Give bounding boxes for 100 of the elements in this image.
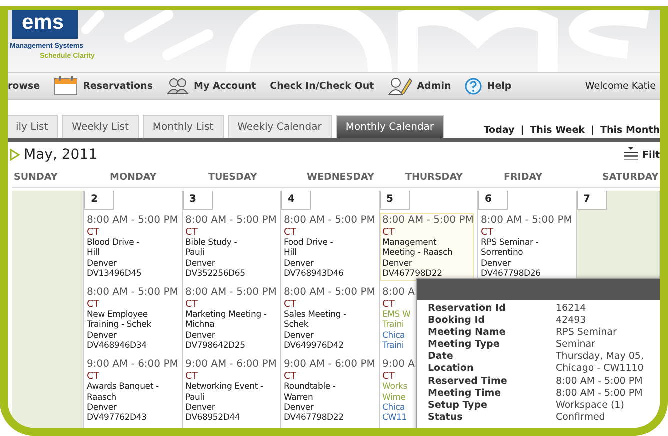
nav-link[interactable]: Check In/Check Out [270,80,374,92]
detail-label: Reserved Time [428,376,508,388]
date-number: 7 [576,191,606,210]
calendar-event[interactable]: 8:00 AM - 5:00 PM CT Blood Drive - Hill Denver DV13496D45 [84,213,178,282]
detail-value: RPS Seminar [556,327,618,340]
event-location: Chica [382,402,406,414]
calendar-icon [54,76,78,96]
quick-link[interactable]: This Week [530,125,585,136]
weekday-heading: SUNDAY [12,168,84,188]
event-name: Michna [186,320,215,331]
event-name: RPS Seminar - [481,238,539,248]
event-location: CW11 [382,413,407,424]
event-name: Training - Schek [87,320,152,331]
event-location: DV768943D46 [284,268,344,280]
calendar-event[interactable]: 9:00 AM - 6:00 PM CT Networking Event - Pauli Denver DV68952D44 [182,357,276,426]
event-location: Denver [186,330,216,342]
calendar-event[interactable]: 8:00 AM - 5:00 PM CT New Employee Training - Schek Denver DV468946D34 [84,285,178,354]
filter-button[interactable]: Filt [624,147,660,163]
help-icon [465,78,482,94]
time-zone: CT [382,227,395,238]
calendar-event[interactable]: 8:00 AM - 5:00 PM CT Food Drive - Hill Denver DV768943D46 [281,213,375,282]
event-location: Denver [284,402,314,414]
event-name: Management [382,238,436,248]
view-tab[interactable]: Weekly Calendar [228,115,332,138]
detail-label: Location [428,363,475,376]
detail-label: Setup Type [428,400,488,412]
event-name: Marketing Meeting - [186,310,267,320]
calendar-event[interactable]: 9:00 AM - 6:00 PM CT Awards Banquet - Raasch Denver DV497762D43 [84,357,178,426]
detail-value: Chicago - CW1110 [556,363,645,376]
calendar-event[interactable]: 8:00 AM - 5:00 PM CT Sales Meeting - Schek Denver DV649976D42 [281,285,375,354]
event-name: Food Drive - [284,238,334,248]
event-location: Traini [382,341,404,352]
time-zone: CT [284,371,296,382]
time-zone: CT [186,371,198,382]
detail-label: Reservation Id [428,303,507,316]
view-tab[interactable]: Weekly List [62,115,139,138]
people-icon [166,77,189,95]
view-tab[interactable]: ily List [8,115,58,138]
detail-value: 16214 [556,303,588,316]
weekday-heading: SATURDAY [576,168,660,188]
event-time: 8:00 AM - 5:00 PM [284,287,376,300]
event-location: DV13496D45 [87,268,142,280]
calendar-event[interactable]: 8:00 AM - 5:00 PM CT Bible Study - Pauli Denver DV352256D65 [182,213,276,282]
detail-value: 42493 [556,315,588,328]
event-name: Raasch [87,392,116,403]
date-number: 3 [182,191,212,210]
nav-link[interactable]: Admin [417,80,452,92]
event-name: EMS W [382,310,411,320]
event-time: 8:00 AM - 5:00 PM [284,215,376,227]
nav-link[interactable]: My Account [194,80,256,92]
event-name: Works [382,382,408,393]
event-location: DV798642D25 [186,341,246,352]
time-zone: CT [382,299,395,310]
event-location: DV649976D42 [284,341,344,352]
weekday-heading: WEDNESDAY [281,168,380,188]
calendar-event[interactable]: 9:00 AM - 6:00 PM CT Roundtable - Warren Denver DV467798D22 [281,357,375,426]
quick-link[interactable]: This Month [600,125,660,136]
event-location: Denver [382,258,412,269]
date-number: 2 [84,191,114,210]
nav-link[interactable]: Reservations [83,80,153,92]
detail-label: Booking Id [428,315,486,328]
nav-link[interactable]: rowse [8,80,40,92]
event-name: New Employee [87,310,148,320]
quick-link[interactable]: Today [484,125,515,136]
event-time: 8:00 AM - 5:00 PM [87,215,178,227]
time-zone: CT [87,371,100,382]
event-location: Denver [87,402,117,414]
time-zone: CT [481,227,494,238]
event-name: Networking Event - [186,382,264,393]
calendar-event[interactable]: 8:00 AM - 5:00 PM CT RPS Seminar - Sorrentino Denver DV467798D26 [478,213,572,282]
detail-value: Seminar [556,339,597,352]
view-tab[interactable]: Monthly Calendar [336,115,444,138]
event-location: Denver [87,258,117,269]
calendar-event[interactable]: 8:00 AM - 5:00 PM CT Marketing Meeting - Michna Denver DV798642D25 [182,285,276,354]
event-time: 9:00 AM - 6:00 PM [186,359,277,372]
calendar-event[interactable]: 8:00 AM - 5:00 PM CT Management Meeting - Raasch Denver DV467798D22 [380,213,474,282]
weekday-heading: FRIDAY [478,168,576,188]
weekday-heading: THURSDAY [380,168,478,188]
event-location: Denver [186,402,216,414]
separator-text: | [520,125,524,136]
time-zone: CT [284,227,296,238]
event-time: 8:00 AM - 5:00 PM [481,215,572,227]
event-name: Sales Meeting - [284,310,346,320]
view-tab[interactable]: Monthly List [142,115,224,138]
logo-mark: ems [12,10,78,39]
event-time: 8:00 A [382,287,415,300]
event-location: DV352256D65 [186,268,246,280]
event-time: 8:00 AM - 5:00 PM [186,215,277,227]
event-location: DV468946D34 [87,341,147,352]
event-name: Hill [284,248,297,259]
detail-label: Status [428,412,464,424]
time-zone: CT [87,299,100,310]
nav-link[interactable]: Help [487,80,512,92]
event-location: Denver [481,258,511,269]
event-name: Hill [87,248,100,259]
detail-value: 8:00 AM - 5:00 PM [556,376,644,388]
event-name: Bible Study - [186,238,238,248]
event-name: Pauli [186,392,205,403]
event-name: Schek [284,320,309,331]
triangle-icon [10,149,20,161]
